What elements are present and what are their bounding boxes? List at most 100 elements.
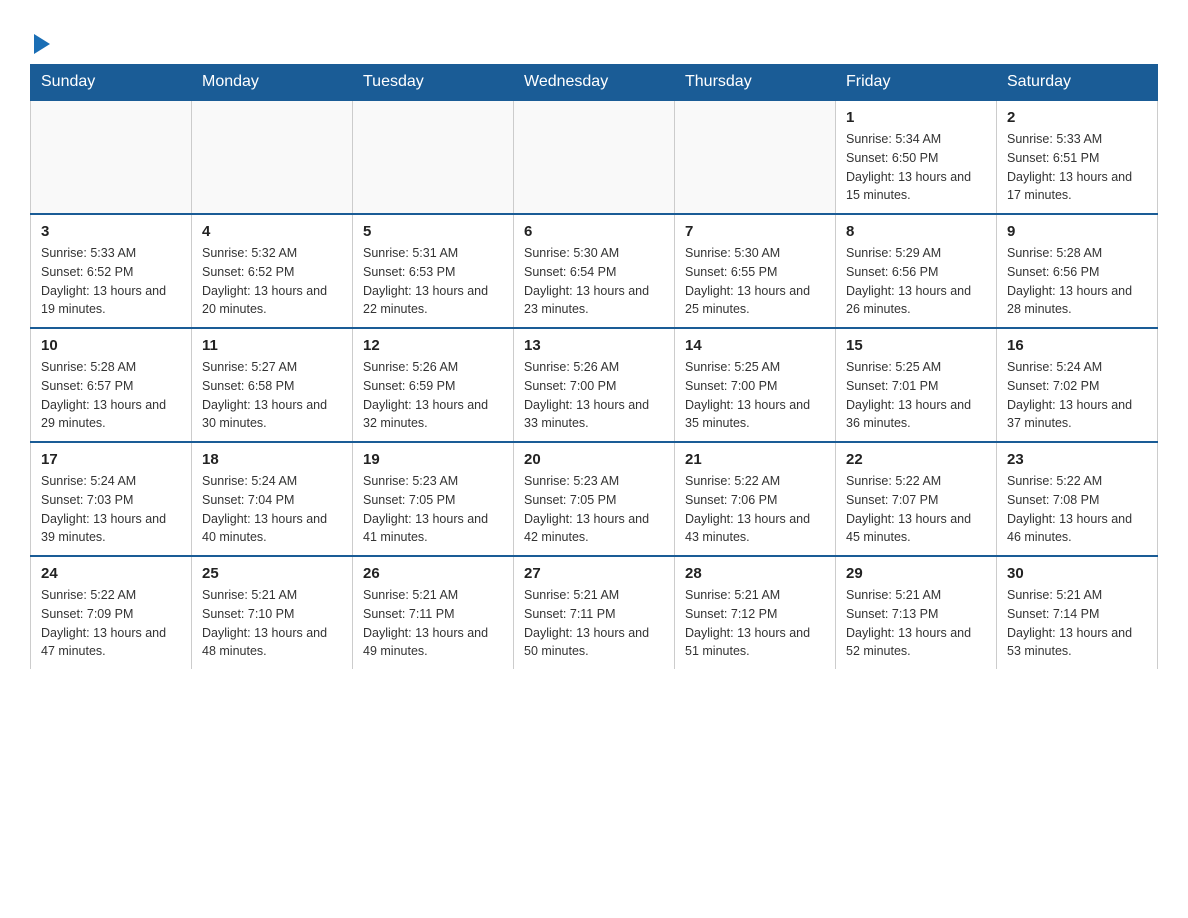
calendar-cell: 19 Sunrise: 5:23 AMSunset: 7:05 PMDayligh… — [353, 442, 514, 556]
day-number: 11 — [202, 337, 342, 354]
calendar-cell — [353, 100, 514, 214]
calendar-cell: 29 Sunrise: 5:21 AMSunset: 7:13 PMDayligh… — [836, 556, 997, 669]
day-info: Sunrise: 5:25 AMSunset: 7:00 PMDaylight:… — [685, 358, 825, 433]
day-info: Sunrise: 5:22 AMSunset: 7:07 PMDaylight:… — [846, 472, 986, 547]
calendar-cell — [514, 100, 675, 214]
day-number: 28 — [685, 565, 825, 582]
day-of-week-header: Saturday — [997, 65, 1158, 101]
day-number: 3 — [41, 223, 181, 240]
day-number: 23 — [1007, 451, 1147, 468]
day-info: Sunrise: 5:29 AMSunset: 6:56 PMDaylight:… — [846, 244, 986, 319]
calendar-cell: 30 Sunrise: 5:21 AMSunset: 7:14 PMDayligh… — [997, 556, 1158, 669]
day-info: Sunrise: 5:21 AMSunset: 7:11 PMDaylight:… — [524, 586, 664, 661]
day-number: 25 — [202, 565, 342, 582]
day-info: Sunrise: 5:31 AMSunset: 6:53 PMDaylight:… — [363, 244, 503, 319]
day-info: Sunrise: 5:30 AMSunset: 6:54 PMDaylight:… — [524, 244, 664, 319]
day-number: 17 — [41, 451, 181, 468]
calendar-cell: 1Sunrise: 5:34 AMSunset: 6:50 PMDaylight… — [836, 100, 997, 214]
day-info: Sunrise: 5:24 AMSunset: 7:03 PMDaylight:… — [41, 472, 181, 547]
calendar-cell: 28 Sunrise: 5:21 AMSunset: 7:12 PMDayligh… — [675, 556, 836, 669]
calendar-cell: 13Sunrise: 5:26 AMSunset: 7:00 PMDayligh… — [514, 328, 675, 442]
calendar-cell — [192, 100, 353, 214]
calendar-cell: 2Sunrise: 5:33 AMSunset: 6:51 PMDaylight… — [997, 100, 1158, 214]
calendar-cell: 3 Sunrise: 5:33 AMSunset: 6:52 PMDaylight… — [31, 214, 192, 328]
calendar-week-row: 10 Sunrise: 5:28 AMSunset: 6:57 PMDayligh… — [31, 328, 1158, 442]
day-number: 21 — [685, 451, 825, 468]
day-info: Sunrise: 5:32 AMSunset: 6:52 PMDaylight:… — [202, 244, 342, 319]
day-info: Sunrise: 5:24 AMSunset: 7:02 PMDaylight:… — [1007, 358, 1147, 433]
calendar-week-row: 3 Sunrise: 5:33 AMSunset: 6:52 PMDaylight… — [31, 214, 1158, 328]
day-number: 18 — [202, 451, 342, 468]
day-number: 2 — [1007, 109, 1147, 126]
calendar-cell: 9 Sunrise: 5:28 AMSunset: 6:56 PMDaylight… — [997, 214, 1158, 328]
day-info: Sunrise: 5:30 AMSunset: 6:55 PMDaylight:… — [685, 244, 825, 319]
calendar-cell: 26 Sunrise: 5:21 AMSunset: 7:11 PMDayligh… — [353, 556, 514, 669]
day-number: 30 — [1007, 565, 1147, 582]
calendar-week-row: 24Sunrise: 5:22 AMSunset: 7:09 PMDayligh… — [31, 556, 1158, 669]
calendar-cell: 6 Sunrise: 5:30 AMSunset: 6:54 PMDaylight… — [514, 214, 675, 328]
calendar-cell: 23 Sunrise: 5:22 AMSunset: 7:08 PMDayligh… — [997, 442, 1158, 556]
calendar-cell: 22 Sunrise: 5:22 AMSunset: 7:07 PMDayligh… — [836, 442, 997, 556]
calendar-cell: 17 Sunrise: 5:24 AMSunset: 7:03 PMDayligh… — [31, 442, 192, 556]
day-number: 22 — [846, 451, 986, 468]
calendar-cell: 21 Sunrise: 5:22 AMSunset: 7:06 PMDayligh… — [675, 442, 836, 556]
day-info: Sunrise: 5:23 AMSunset: 7:05 PMDaylight:… — [363, 472, 503, 547]
day-number: 9 — [1007, 223, 1147, 240]
calendar-cell: 24Sunrise: 5:22 AMSunset: 7:09 PMDayligh… — [31, 556, 192, 669]
calendar-cell: 27 Sunrise: 5:21 AMSunset: 7:11 PMDayligh… — [514, 556, 675, 669]
calendar-cell: 12 Sunrise: 5:26 AMSunset: 6:59 PMDayligh… — [353, 328, 514, 442]
calendar-cell — [675, 100, 836, 214]
calendar-cell: 11 Sunrise: 5:27 AMSunset: 6:58 PMDayligh… — [192, 328, 353, 442]
day-of-week-header: Monday — [192, 65, 353, 101]
day-of-week-header: Tuesday — [353, 65, 514, 101]
calendar-cell: 25 Sunrise: 5:21 AMSunset: 7:10 PMDayligh… — [192, 556, 353, 669]
calendar-cell: 8 Sunrise: 5:29 AMSunset: 6:56 PMDaylight… — [836, 214, 997, 328]
calendar-table: SundayMondayTuesdayWednesdayThursdayFrid… — [30, 64, 1158, 669]
calendar-cell: 10 Sunrise: 5:28 AMSunset: 6:57 PMDayligh… — [31, 328, 192, 442]
day-info: Sunrise: 5:28 AMSunset: 6:57 PMDaylight:… — [41, 358, 181, 433]
calendar-cell: 5Sunrise: 5:31 AMSunset: 6:53 PMDaylight… — [353, 214, 514, 328]
day-info: Sunrise: 5:22 AMSunset: 7:06 PMDaylight:… — [685, 472, 825, 547]
day-number: 15 — [846, 337, 986, 354]
calendar-cell: 15 Sunrise: 5:25 AMSunset: 7:01 PMDayligh… — [836, 328, 997, 442]
day-number: 13 — [524, 337, 664, 354]
day-info: Sunrise: 5:22 AMSunset: 7:08 PMDaylight:… — [1007, 472, 1147, 547]
day-number: 29 — [846, 565, 986, 582]
day-number: 1 — [846, 109, 986, 126]
day-info: Sunrise: 5:33 AMSunset: 6:52 PMDaylight:… — [41, 244, 181, 319]
day-number: 12 — [363, 337, 503, 354]
day-number: 10 — [41, 337, 181, 354]
day-info: Sunrise: 5:28 AMSunset: 6:56 PMDaylight:… — [1007, 244, 1147, 319]
day-info: Sunrise: 5:26 AMSunset: 6:59 PMDaylight:… — [363, 358, 503, 433]
day-number: 16 — [1007, 337, 1147, 354]
calendar-cell: 18 Sunrise: 5:24 AMSunset: 7:04 PMDayligh… — [192, 442, 353, 556]
day-number: 4 — [202, 223, 342, 240]
day-number: 26 — [363, 565, 503, 582]
day-info: Sunrise: 5:25 AMSunset: 7:01 PMDaylight:… — [846, 358, 986, 433]
day-info: Sunrise: 5:21 AMSunset: 7:14 PMDaylight:… — [1007, 586, 1147, 661]
day-info: Sunrise: 5:21 AMSunset: 7:11 PMDaylight:… — [363, 586, 503, 661]
day-number: 27 — [524, 565, 664, 582]
day-of-week-header: Friday — [836, 65, 997, 101]
day-info: Sunrise: 5:27 AMSunset: 6:58 PMDaylight:… — [202, 358, 342, 433]
day-number: 6 — [524, 223, 664, 240]
calendar-cell: 7 Sunrise: 5:30 AMSunset: 6:55 PMDaylight… — [675, 214, 836, 328]
calendar-cell: 16 Sunrise: 5:24 AMSunset: 7:02 PMDayligh… — [997, 328, 1158, 442]
day-info: Sunrise: 5:21 AMSunset: 7:10 PMDaylight:… — [202, 586, 342, 661]
page-header — [30, 20, 1158, 54]
day-info: Sunrise: 5:21 AMSunset: 7:12 PMDaylight:… — [685, 586, 825, 661]
day-of-week-header: Wednesday — [514, 65, 675, 101]
calendar-cell: 20Sunrise: 5:23 AMSunset: 7:05 PMDayligh… — [514, 442, 675, 556]
calendar-cell — [31, 100, 192, 214]
day-info: Sunrise: 5:24 AMSunset: 7:04 PMDaylight:… — [202, 472, 342, 547]
day-of-week-header: Sunday — [31, 65, 192, 101]
day-number: 20 — [524, 451, 664, 468]
day-number: 8 — [846, 223, 986, 240]
logo — [30, 30, 50, 54]
day-of-week-header: Thursday — [675, 65, 836, 101]
logo-arrow-icon — [34, 34, 50, 54]
day-info: Sunrise: 5:21 AMSunset: 7:13 PMDaylight:… — [846, 586, 986, 661]
day-number: 14 — [685, 337, 825, 354]
day-number: 19 — [363, 451, 503, 468]
day-number: 7 — [685, 223, 825, 240]
